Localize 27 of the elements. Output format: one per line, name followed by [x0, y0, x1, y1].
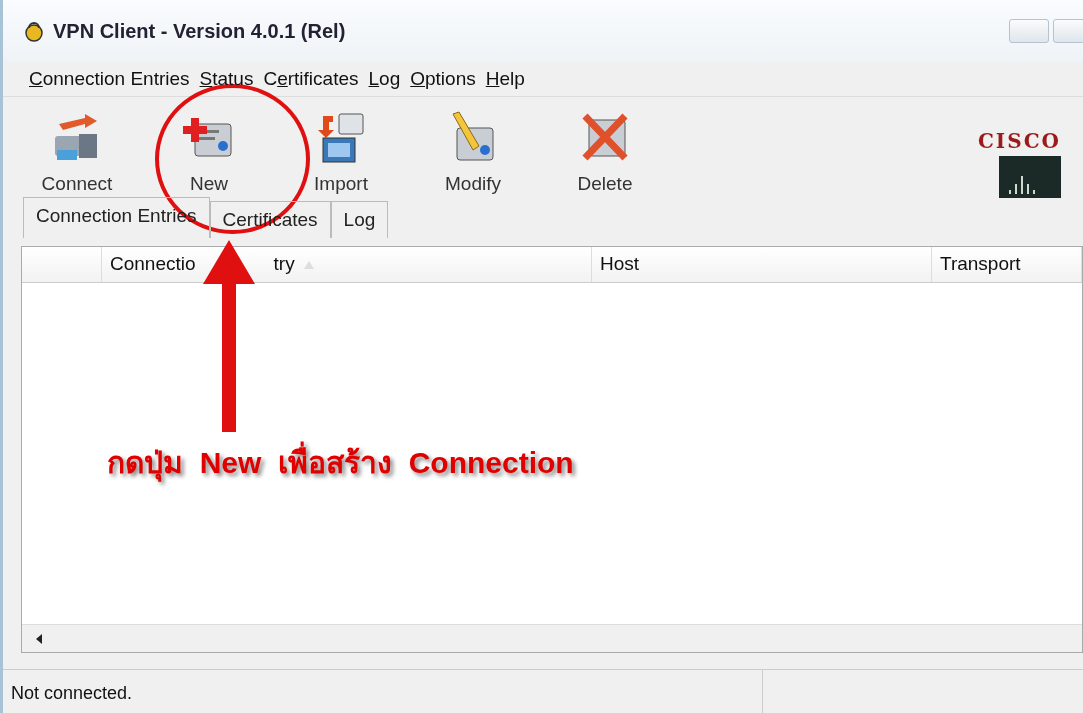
menu-item[interactable]: Options — [410, 64, 476, 94]
column-label: Host — [600, 252, 640, 277]
window-title: VPN Client - Version 4.0.1 (Rel) — [53, 19, 346, 44]
menu-item[interactable]: Connection Entries — [29, 64, 190, 94]
menu-item[interactable]: Certificates — [263, 64, 359, 94]
toolbar-button[interactable]: Modify — [429, 109, 517, 198]
menu-item[interactable]: Log — [368, 64, 401, 94]
column-label: Transport — [940, 252, 1021, 277]
column-header[interactable]: Transport — [932, 247, 1082, 282]
status-text: Not connected. — [3, 670, 763, 713]
tab[interactable]: Log — [330, 200, 389, 238]
sort-icon — [302, 259, 315, 270]
menu-item[interactable]: Status — [199, 64, 254, 94]
column-header[interactable]: Host — [592, 247, 932, 282]
toolbar-button[interactable]: New — [165, 109, 253, 198]
column-label: Connectio — [110, 252, 196, 277]
minimize-button[interactable] — [1009, 19, 1049, 43]
logo-text: CISCO — [977, 128, 1061, 155]
toolbar-button[interactable]: Delete — [561, 109, 649, 198]
toolbar-button[interactable]: Import — [297, 109, 385, 198]
menu-item[interactable]: Help — [485, 64, 525, 94]
column-label: try — [273, 252, 295, 277]
left-arrow-icon — [35, 633, 43, 644]
instruction-text: กดปุ่ม New เพื่อสร้าง Connection — [107, 440, 574, 485]
maximize-button[interactable] — [1053, 19, 1083, 43]
lock-icon — [23, 20, 45, 42]
toolbar-button[interactable]: Connect — [33, 109, 121, 198]
